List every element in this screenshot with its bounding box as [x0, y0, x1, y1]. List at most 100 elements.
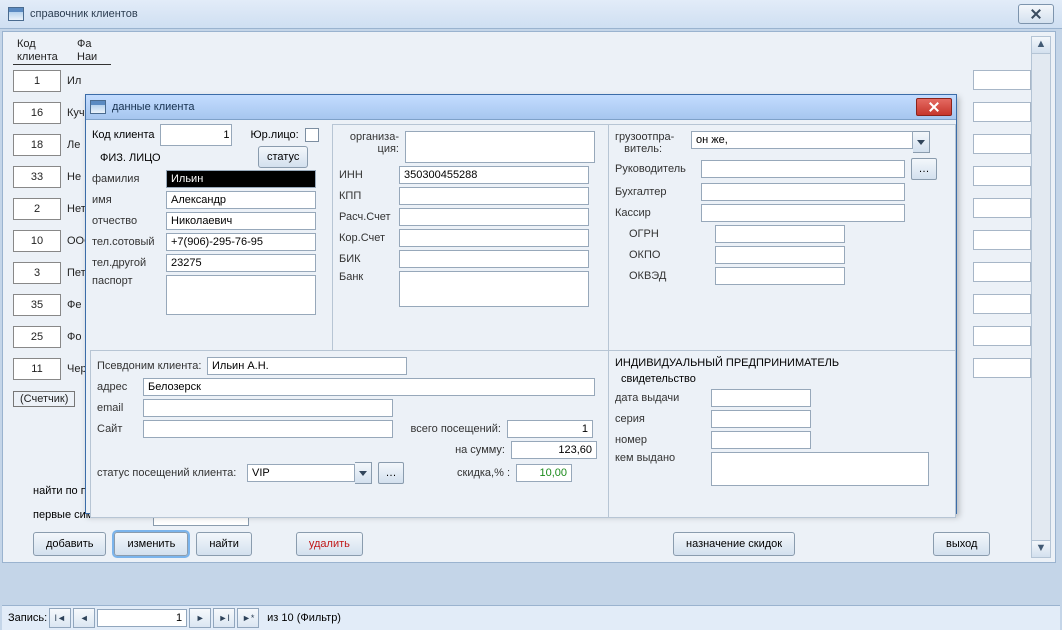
- ip-date-field[interactable]: [711, 389, 811, 407]
- scroll-down-icon[interactable]: ▼: [1032, 540, 1050, 557]
- surname-label: фамилия: [92, 173, 166, 185]
- head-field[interactable]: [701, 160, 905, 178]
- surname-field[interactable]: [166, 170, 316, 188]
- patronymic-field[interactable]: [166, 212, 316, 230]
- table-row[interactable]: 1 Ил: [13, 65, 111, 97]
- row-text: Фо: [67, 327, 81, 347]
- account-field[interactable]: [399, 208, 589, 226]
- right-field-stack: [973, 70, 1031, 390]
- accountant-label: Бухгалтер: [615, 186, 701, 198]
- corr-account-field[interactable]: [399, 229, 589, 247]
- client-details-dialog: данные клиента Код клиента Юр.лицо: стат…: [85, 94, 957, 514]
- other-phone-field[interactable]: [166, 254, 316, 272]
- scroll-up-icon[interactable]: ▲: [1032, 37, 1050, 54]
- find-button[interactable]: найти: [196, 532, 252, 556]
- cashier-field[interactable]: [701, 204, 905, 222]
- row-code: 18: [13, 134, 61, 156]
- passport-label: паспорт: [92, 275, 166, 287]
- alias-field[interactable]: [207, 357, 407, 375]
- ogrn-label: ОГРН: [615, 228, 715, 240]
- exit-button[interactable]: выход: [933, 532, 990, 556]
- passport-field[interactable]: [166, 275, 316, 315]
- form-icon: [8, 7, 24, 21]
- ip-issued-field[interactable]: [711, 452, 929, 486]
- outer-close-button[interactable]: [1018, 4, 1054, 24]
- kpp-field[interactable]: [399, 187, 589, 205]
- okpo-field[interactable]: [715, 246, 845, 264]
- recnav-of-label: из 10 (Фильтр): [267, 612, 341, 624]
- mobile-label: тел.сотовый: [92, 236, 166, 248]
- visits-label: всего посещений:: [393, 423, 501, 435]
- legal-entity-checkbox[interactable]: [305, 128, 319, 142]
- visit-status-field[interactable]: [247, 464, 355, 482]
- address-field[interactable]: [143, 378, 595, 396]
- name-field[interactable]: [166, 191, 316, 209]
- inn-label: ИНН: [339, 169, 399, 181]
- visit-status-dropdown-button[interactable]: [355, 462, 372, 484]
- sum-field[interactable]: [511, 441, 597, 459]
- email-label: email: [97, 402, 143, 414]
- shipper-dropdown-button[interactable]: [913, 131, 930, 153]
- ogrn-field[interactable]: [715, 225, 845, 243]
- client-code-field[interactable]: [160, 124, 232, 146]
- recnav-first-button[interactable]: I◄: [49, 608, 71, 628]
- discounts-button[interactable]: назначение скидок: [673, 532, 795, 556]
- row-text: Пет: [67, 263, 86, 283]
- modal-title: данные клиента: [112, 101, 195, 113]
- row-code: 1: [13, 70, 61, 92]
- bank-label: Банк: [339, 271, 399, 283]
- chevron-down-icon: [917, 140, 925, 145]
- row-text: Чер: [67, 359, 87, 379]
- outer-titlebar: справочник клиентов: [0, 0, 1062, 29]
- mobile-field[interactable]: [166, 233, 316, 251]
- inn-field[interactable]: [399, 166, 589, 184]
- client-code-label: Код клиента: [92, 129, 154, 141]
- head-browse-button[interactable]: …: [911, 158, 937, 180]
- shipper-field[interactable]: [691, 131, 913, 149]
- delete-button[interactable]: удалить: [296, 532, 363, 556]
- bik-field[interactable]: [399, 250, 589, 268]
- address-label: адрес: [97, 381, 143, 393]
- bank-field[interactable]: [399, 271, 589, 307]
- org-field[interactable]: [405, 131, 595, 163]
- recnav-last-button[interactable]: ►I: [213, 608, 235, 628]
- sum-label: на сумму:: [397, 444, 505, 456]
- ip-number-label: номер: [615, 434, 711, 446]
- head-label: Руководитель: [615, 163, 701, 175]
- form-icon: [90, 100, 106, 114]
- recnav-new-button[interactable]: ►*: [237, 608, 259, 628]
- row-code: 33: [13, 166, 61, 188]
- visit-status-browse-button[interactable]: …: [378, 462, 404, 484]
- row-text: Ил: [67, 71, 81, 91]
- bik-label: БИК: [339, 253, 399, 265]
- accountant-field[interactable]: [701, 183, 905, 201]
- add-button[interactable]: добавить: [33, 532, 106, 556]
- row-text: Не: [67, 167, 81, 187]
- ip-number-field[interactable]: [711, 431, 811, 449]
- email-field[interactable]: [143, 399, 393, 417]
- modal-close-button[interactable]: [916, 98, 952, 116]
- row-code: 35: [13, 294, 61, 316]
- row-code: 11: [13, 358, 61, 380]
- recnav-prev-button[interactable]: ◄: [73, 608, 95, 628]
- okved-field[interactable]: [715, 267, 845, 285]
- vertical-scrollbar[interactable]: ▲ ▼: [1031, 36, 1051, 558]
- site-field[interactable]: [143, 420, 393, 438]
- discount-field[interactable]: [516, 464, 572, 482]
- corr-account-label: Кор.Счет: [339, 232, 399, 244]
- record-navigator: Запись: I◄ ◄ ► ►I ►* из 10 (Фильтр): [2, 605, 1060, 630]
- kpp-label: КПП: [339, 190, 399, 202]
- other-phone-label: тел.другой: [92, 257, 166, 269]
- visit-status-label: статус посещений клиента:: [97, 467, 247, 479]
- close-icon: [929, 102, 939, 112]
- visits-field[interactable]: [507, 420, 593, 438]
- ip-series-field[interactable]: [711, 410, 811, 428]
- phys-section-title: ФИЗ. ЛИЦО: [100, 152, 324, 164]
- recnav-position[interactable]: [97, 609, 187, 627]
- ip-issued-label: кем выдано: [615, 452, 711, 464]
- site-label: Сайт: [97, 423, 143, 435]
- recnav-next-button[interactable]: ►: [189, 608, 211, 628]
- row-code: 3: [13, 262, 61, 284]
- name-label: имя: [92, 194, 166, 206]
- edit-button[interactable]: изменить: [114, 532, 188, 556]
